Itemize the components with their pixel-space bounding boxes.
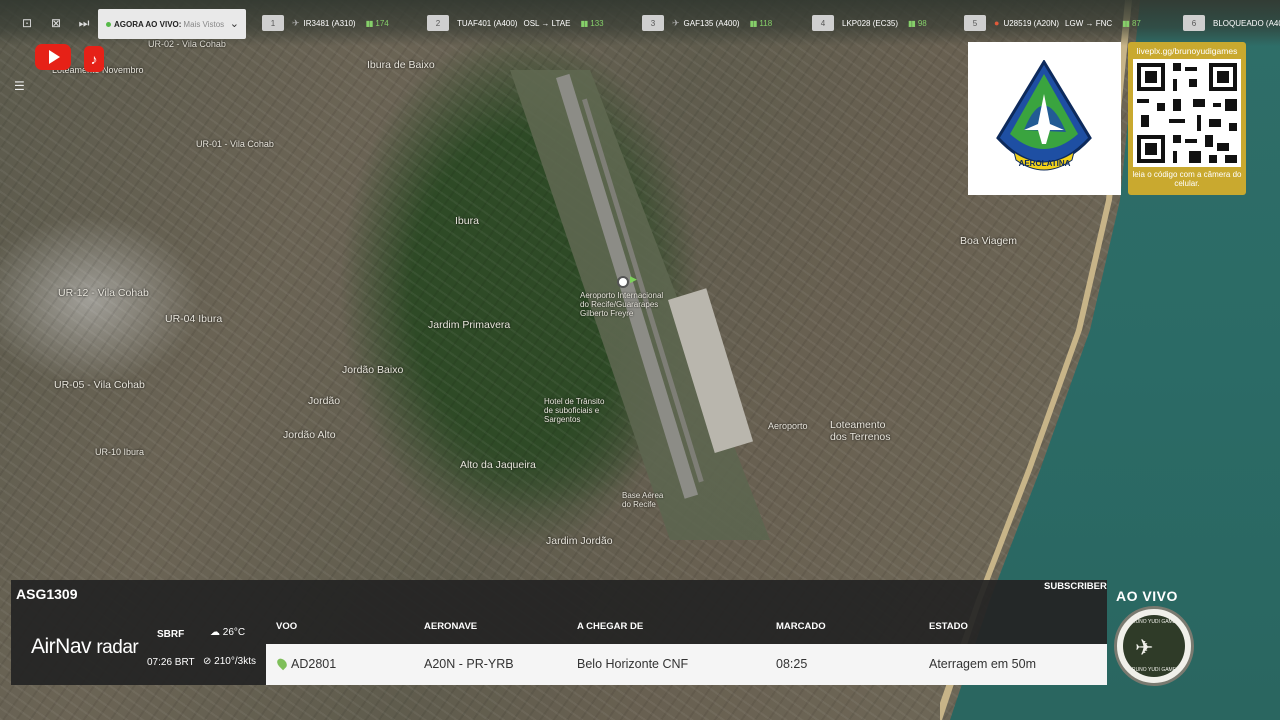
map-label: Jardim Jordão	[546, 535, 613, 547]
top-flight-chip[interactable]: 2 TUAF401 (A400) OSL → LTAE ▮▮ 133	[427, 15, 604, 31]
signal-icon: ▮▮	[1122, 18, 1130, 28]
map-label: Alto da Jaqueira	[460, 459, 536, 471]
plane-icon: ✈	[292, 17, 300, 28]
viewer-count: ▮▮ 87	[1122, 18, 1141, 28]
top-flight-chip[interactable]: 1 ✈ IR3481 (A310) ▮▮ 174	[262, 15, 389, 31]
channel-badge: BRUNO YUDI GAMES ✈ BRUNO YUDI GAMES	[1114, 606, 1194, 686]
now-live-label: AGORA AO VIVO:	[114, 19, 182, 29]
rank-badge: 1	[262, 15, 284, 31]
top-flight-chip[interactable]: 3 ✈ GAF135 (A400) ▮▮ 118	[642, 15, 772, 31]
local-time: 07:26 BRT	[147, 657, 195, 668]
col-header-origem: A CHEGAR DE	[577, 621, 644, 632]
cell-marcado: 08:25	[776, 657, 808, 671]
map-label: Hotel de Trânsito de suboficiais e Sarge…	[544, 397, 605, 424]
top-bar: ⊡ ⊠ ⏭ AGORA AO VIVO: Mais Vistos ⌄ 1 ✈ I…	[0, 0, 1280, 46]
live-label: AO VIVO	[1116, 588, 1178, 604]
col-header-voo: VOO	[276, 621, 298, 632]
col-header-estado: ESTADO	[929, 621, 968, 632]
now-live-sub: Mais Vistos	[183, 19, 225, 29]
viewer-count: ▮▮ 174	[365, 18, 389, 28]
rank-badge: 2	[427, 15, 449, 31]
viewer-count: ▮▮ 98	[908, 18, 927, 28]
cell-origem: Belo Horizonte CNF	[577, 657, 689, 671]
flight-info-panel: ASG1309 AirNav radar SBRF 07:26 BRT ☁ 26…	[11, 580, 1107, 685]
sidebar-toggle-icon[interactable]: ⊡	[19, 16, 35, 30]
flight-callsign: TUAF401 (A400)	[457, 18, 518, 28]
location-pin-icon	[275, 656, 289, 671]
map-label: UR-05 - Vila Cohab	[54, 379, 145, 391]
cell-aeronave: A20N - PR-YRB	[424, 657, 514, 671]
airport-pin-icon[interactable]	[617, 276, 629, 288]
wind-icon: ⊘	[203, 656, 212, 667]
top-flight-chip[interactable]: 4 LKP028 (EC35) ▮▮ 98	[812, 15, 927, 31]
qr-caption: leia o código com a câmera do celular.	[1132, 170, 1242, 189]
map-label: Jordão	[308, 395, 341, 407]
map-label: UR-12 - Vila Cohab	[58, 287, 149, 299]
map-label: Boa Viagem	[960, 235, 1018, 247]
chevron-down-icon: ⌄	[229, 18, 239, 30]
signal-icon: ▮▮	[749, 18, 758, 28]
plane-icon: ✈	[672, 17, 680, 28]
flight-route: OSL → LTAE	[523, 18, 571, 28]
subscriber-label: SUBSCRIBER	[1044, 581, 1107, 592]
viewer-count: ▮▮ 133	[580, 18, 604, 28]
skip-next-icon[interactable]: ⏭	[76, 16, 92, 30]
col-header-marcado: MARCADO	[776, 621, 826, 632]
rank-badge: 3	[642, 15, 664, 31]
top-flight-chip[interactable]: 5 ● U28519 (A20N) LGW → FNC ▮▮ 87	[964, 15, 1141, 31]
aircraft-marker-icon[interactable]: ▶	[630, 274, 637, 285]
map-label: UR-04 Ibura	[165, 313, 223, 325]
airline-logo-icon: ●	[994, 18, 1000, 28]
flight-callsign-title: ASG1309	[16, 586, 78, 602]
map-label: Base Aérea do Recife	[622, 491, 664, 509]
airnav-radar-logo: AirNav radar	[31, 635, 139, 658]
map-label: Aeroporto	[768, 421, 808, 431]
map-label: Jordão Baixo	[342, 364, 404, 376]
signal-icon: ▮▮	[580, 18, 588, 28]
wind: ⊘ 210°/3kts	[203, 656, 256, 667]
signal-icon: ▮▮	[908, 18, 916, 28]
map-label: UR-10 Ibura	[95, 447, 145, 457]
flight-row[interactable]: AD2801 A20N - PR-YRB Belo Horizonte CNF …	[266, 644, 1107, 685]
flight-callsign: GAF135 (A400)	[683, 18, 740, 28]
rank-badge: 6	[1183, 15, 1205, 31]
flight-callsign: U28519 (A20N)	[1003, 18, 1060, 28]
qr-code-icon	[1133, 59, 1241, 167]
list-icon[interactable]: ☰	[14, 80, 28, 92]
rank-badge: 5	[964, 15, 986, 31]
tiktok-icon[interactable]: ♪	[84, 46, 104, 72]
viewer-count: ▮▮ 118	[749, 18, 773, 28]
rank-badge: 4	[812, 15, 834, 31]
cloud-icon: ☁	[210, 627, 220, 638]
airport-label: Aeroporto Internacional do Recife/Guarar…	[580, 291, 664, 318]
qr-panel[interactable]: liveplx.gg/brunoyudigames leia o código …	[1128, 42, 1246, 195]
signal-icon: ▮▮	[365, 18, 374, 28]
map-label: UR-01 - Vila Cohab	[196, 139, 274, 149]
aerolatina-logo: AEROLATINA	[968, 42, 1121, 195]
flight-callsign: BLOQUEADO (A400)	[1213, 18, 1280, 28]
aerolatina-text: AEROLATINA	[1018, 159, 1071, 168]
map-label: Ibura de Baixo	[367, 59, 435, 71]
qr-url: liveplx.gg/brunoyudigames	[1136, 46, 1238, 56]
cell-voo: AD2801	[291, 657, 337, 671]
live-dot-icon	[106, 21, 111, 27]
airport-code: SBRF	[157, 629, 185, 640]
now-live-dropdown[interactable]: AGORA AO VIVO: Mais Vistos ⌄	[98, 9, 246, 39]
flight-route: LGW → FNC	[1065, 18, 1113, 28]
window-close-icon[interactable]: ⊠	[48, 16, 64, 30]
top-flight-chip[interactable]: 6 BLOQUEADO (A400)	[1183, 15, 1280, 31]
map-label: Loteamento dos Terrenos	[830, 419, 891, 443]
temperature: ☁ 26°C	[210, 627, 246, 638]
badge-text-bottom: BRUNO YUDI GAMES	[1128, 667, 1180, 673]
badge-text-top: BRUNO YUDI GAMES	[1128, 619, 1180, 625]
map-label: Ibura	[455, 215, 479, 227]
map-label: Jordão Alto	[283, 429, 336, 441]
plane-icon: ✈	[1135, 635, 1154, 660]
cell-estado: Aterragem em 50m	[929, 657, 1036, 671]
map-label: Jardim Primavera	[428, 319, 511, 331]
col-header-aeronave: AERONAVE	[424, 621, 478, 632]
youtube-icon[interactable]	[35, 44, 71, 70]
flight-callsign: LKP028 (EC35)	[842, 18, 899, 28]
flight-callsign: IR3481 (A310)	[303, 18, 356, 28]
